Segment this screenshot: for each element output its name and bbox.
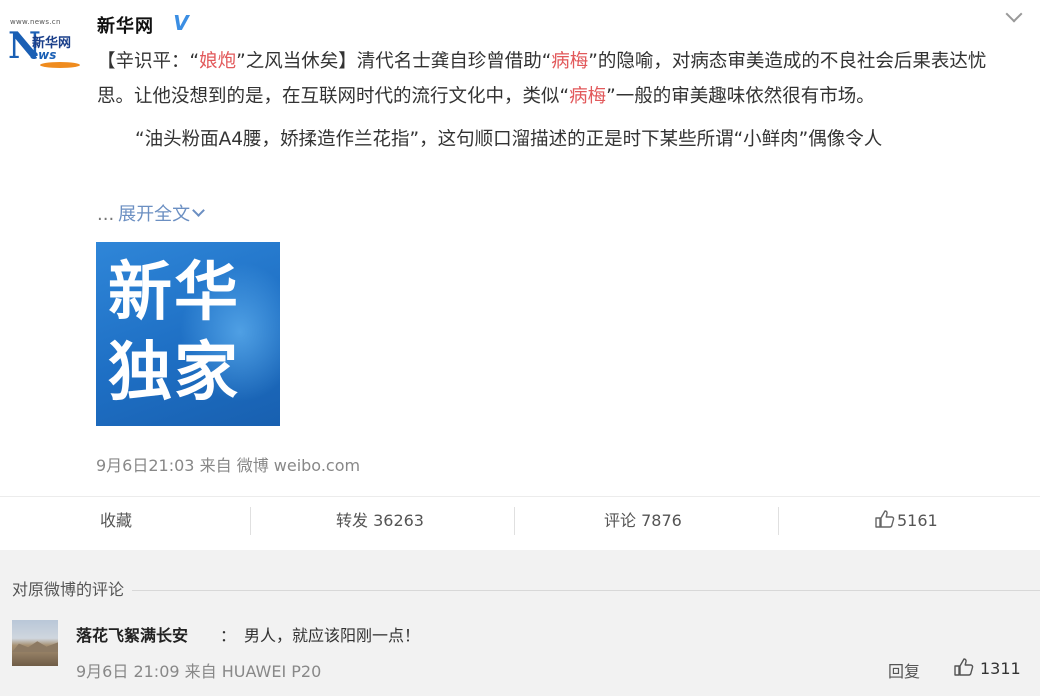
- post-meta: 9月6日21:03 来自 微博 weibo.com: [96, 452, 360, 476]
- highlight-term: 病梅: [551, 51, 589, 72]
- image-text-line-1: 新华: [108, 256, 240, 330]
- text-segment: ”一般的审美趣味依然很有市场。: [606, 86, 875, 107]
- post-paragraph-1: 【辛识平：“娘炮”之风当休矣】清代名士龚自珍曾借助“病梅”的隐喻，对病态审美造成…: [97, 44, 1022, 114]
- favorite-button[interactable]: 收藏: [100, 497, 132, 545]
- divider: [514, 507, 515, 535]
- post-paragraph-2: “油头粉面A4腰，娇揉造作兰花指”，这句顺口溜描述的正是时下某些所谓“小鲜肉”偶…: [135, 129, 883, 150]
- post-from: 来自: [199, 456, 232, 475]
- expand-full-text-link[interactable]: ... 展开全文: [97, 200, 206, 226]
- divider: [250, 507, 251, 535]
- post-image[interactable]: 新华 独家: [96, 242, 280, 426]
- avatar[interactable]: [12, 620, 58, 666]
- text-segment: 【辛识平：“: [97, 51, 200, 72]
- repost-button[interactable]: 转发 36263: [336, 497, 424, 545]
- comment-like-count: 1311: [980, 659, 1021, 678]
- chevron-down-icon: [192, 204, 206, 217]
- comments-section: 对原微博的评论 落花飞絮满长安 ： 男人，就应该阳刚一点！ 9月6日 21:09 …: [0, 550, 1040, 696]
- divider: [778, 507, 779, 535]
- divider: [12, 590, 1040, 591]
- thumbs-up-icon: [954, 658, 974, 676]
- comment-username[interactable]: 落花飞絮满长安: [76, 622, 188, 646]
- logo-ews: ews: [30, 48, 57, 62]
- reply-button[interactable]: 回复: [888, 658, 920, 682]
- like-count: 5161: [897, 511, 938, 530]
- comment-separator: ：: [220, 626, 237, 645]
- highlight-term: 病梅: [569, 86, 607, 107]
- action-bar: 收藏 转发 36263 评论 7876 5161: [0, 496, 1040, 544]
- thumbs-up-icon: [875, 510, 895, 528]
- comment-button[interactable]: 评论 7876: [604, 497, 682, 545]
- verified-icon: V: [170, 12, 192, 34]
- logo-swoosh: [40, 62, 80, 68]
- post-time[interactable]: 9月6日21:03: [96, 456, 194, 475]
- account-name[interactable]: 新华网: [97, 12, 154, 38]
- image-text-line-2: 独家: [108, 336, 240, 410]
- post-text: 【辛识平：“娘炮”之风当休矣】清代名士龚自珍曾借助“病梅”的隐喻，对病态审美造成…: [97, 44, 1022, 157]
- xinhua-logo[interactable]: www.news.cn N 新华网 ews: [6, 18, 80, 74]
- avatar-landscape: [12, 641, 58, 652]
- highlight-term: 娘炮: [199, 51, 237, 72]
- like-button[interactable]: 5161: [875, 497, 938, 545]
- comment-like-button[interactable]: 1311: [954, 656, 1021, 678]
- comment-body: 男人，就应该阳刚一点！: [244, 626, 421, 645]
- comment-meta: 9月6日 21:09 来自 HUAWEI P20: [76, 662, 322, 681]
- post-source[interactable]: 微博 weibo.com: [237, 456, 360, 475]
- logo-mark: N 新华网 ews: [6, 26, 80, 72]
- comment-text: ： 男人，就应该阳刚一点！: [220, 622, 420, 646]
- ellipsis: ...: [97, 204, 115, 225]
- weibo-post: www.news.cn N 新华网 ews 新华网 V 【辛识平：“娘炮”之风当…: [0, 0, 1040, 496]
- chevron-down-icon[interactable]: [1006, 8, 1022, 24]
- comments-heading: 对原微博的评论: [12, 576, 133, 600]
- expand-label: 展开全文: [118, 204, 191, 225]
- text-segment: ”之风当休矣】清代名士龚自珍曾借助“: [236, 51, 552, 72]
